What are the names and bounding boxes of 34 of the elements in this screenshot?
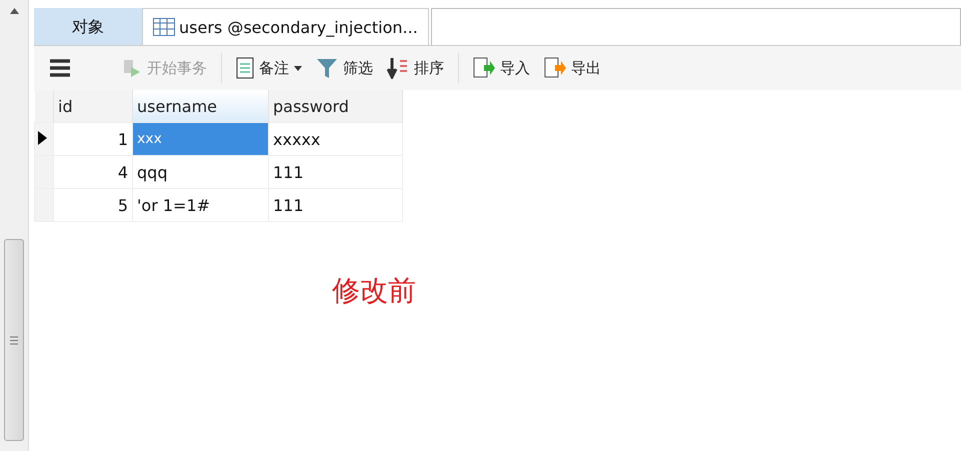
menu-icon[interactable] bbox=[50, 59, 70, 77]
toolbar-button[interactable]: 排序 bbox=[383, 54, 448, 82]
import-icon bbox=[473, 57, 495, 79]
scroll-up-icon[interactable] bbox=[10, 8, 18, 14]
table-cell: 4 bbox=[54, 156, 132, 188]
table-cell: xxxxx bbox=[268, 122, 402, 156]
row-pointer-icon bbox=[38, 130, 47, 144]
toolbar-button[interactable]: 导出 bbox=[540, 54, 605, 82]
toolbar-button[interactable]: 筛选 bbox=[312, 54, 377, 82]
column-header[interactable]: password bbox=[268, 90, 402, 122]
table-icon bbox=[153, 18, 175, 36]
column-header[interactable]: id bbox=[54, 90, 132, 122]
sort-icon bbox=[387, 57, 409, 79]
table-cell: 'or 1=1# bbox=[132, 188, 268, 222]
toolbar-button[interactable]: 备注 bbox=[232, 54, 306, 82]
tab[interactable]: 对象 bbox=[34, 8, 142, 45]
transaction-icon bbox=[122, 58, 142, 78]
grip-icon bbox=[10, 336, 18, 344]
table-cell: 5 bbox=[54, 188, 132, 222]
column-header[interactable]: username bbox=[132, 90, 268, 122]
caret-icon[interactable] bbox=[294, 66, 302, 70]
export-icon bbox=[544, 57, 566, 79]
tab[interactable]: users @secondary_injection... bbox=[142, 8, 429, 45]
document-icon bbox=[236, 57, 254, 79]
table-cell: 1 bbox=[54, 122, 132, 156]
scroll-thumb[interactable] bbox=[4, 239, 24, 441]
table-cell: 111 bbox=[268, 156, 402, 188]
table-cell: qqq bbox=[132, 156, 268, 188]
table-cell: 111 bbox=[268, 188, 402, 222]
table-cell: xxx bbox=[132, 122, 268, 156]
scroll-bar[interactable] bbox=[0, 0, 29, 451]
annotation-text: 修改前 bbox=[332, 273, 417, 309]
toolbar-button[interactable]: 导入 bbox=[469, 54, 534, 82]
filter-icon bbox=[316, 57, 338, 79]
